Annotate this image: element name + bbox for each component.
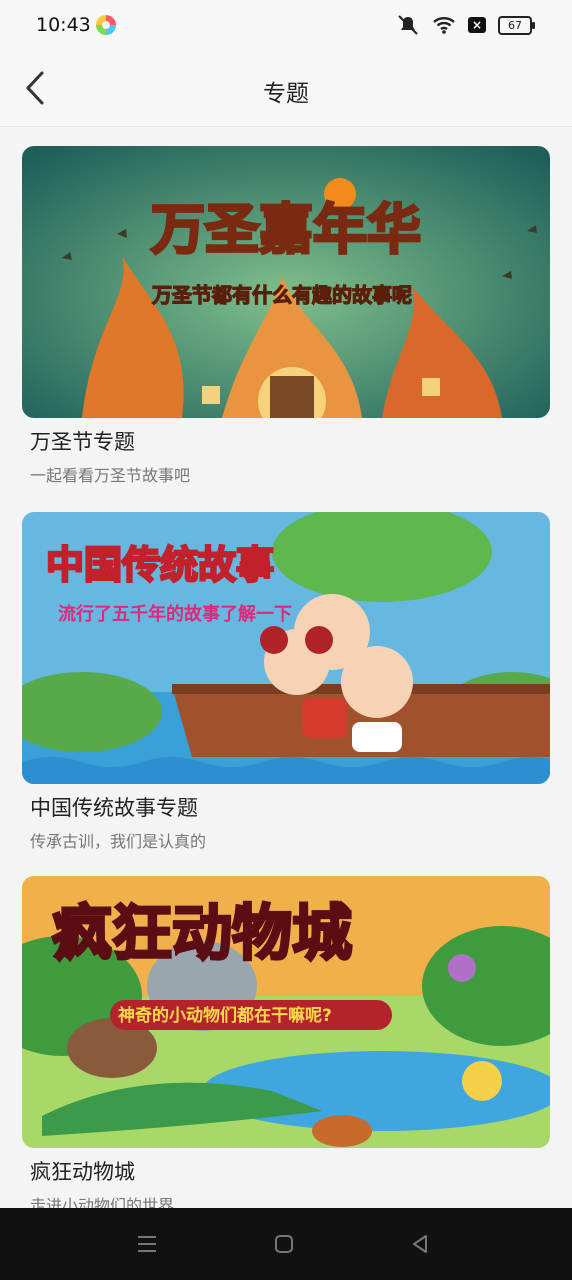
page-title: 专题 <box>263 81 309 107</box>
back-nav-icon[interactable] <box>410 1234 430 1254</box>
zootopia-banner-image: 疯狂动物城 神奇的小动物们都在干嘛呢? <box>22 876 550 1148</box>
topic-card-zootopia[interactable]: 疯狂动物城 神奇的小动物们都在干嘛呢? 疯狂动物城 走进小动物们的世界 <box>22 876 550 1216</box>
banner-subtitle: 神奇的小动物们都在干嘛呢? <box>118 1005 332 1026</box>
status-bar: 10:43 × 67 <box>0 0 572 52</box>
nav-divider <box>0 126 572 127</box>
topic-card-chinese-stories[interactable]: 中国传统故事 流行了五千年的故事了解一下 中国传统故事专题 传承古训，我们是认真… <box>22 512 550 852</box>
topic-title: 疯狂动物城 <box>30 1160 135 1184</box>
banner-title: 万圣嘉年华 <box>151 198 421 261</box>
chinese-stories-banner-image: 中国传统故事 流行了五千年的故事了解一下 <box>22 512 550 784</box>
wifi-icon <box>433 17 455 34</box>
halloween-banner-image: 万圣嘉年华 万圣节都有什么有趣的故事呢 <box>22 146 550 418</box>
mute-icon <box>398 15 418 35</box>
app-notification-icon <box>96 15 116 35</box>
status-time: 10:43 <box>36 14 91 36</box>
nav-bar: 专题 <box>0 52 572 126</box>
banner-subtitle: 流行了五千年的故事了解一下 <box>58 603 292 625</box>
home-icon[interactable] <box>274 1234 294 1254</box>
system-nav-bar <box>0 1208 572 1280</box>
topic-title: 万圣节专题 <box>30 430 135 454</box>
banner-title: 疯狂动物城 <box>52 899 352 969</box>
battery-icon: 67 <box>498 15 535 35</box>
topic-title: 中国传统故事专题 <box>30 796 198 820</box>
topic-banner[interactable]: 万圣嘉年华 万圣节都有什么有趣的故事呢 <box>22 146 550 418</box>
topic-banner[interactable]: 疯狂动物城 神奇的小动物们都在干嘛呢? <box>22 876 550 1148</box>
banner-subtitle: 万圣节都有什么有趣的故事呢 <box>151 283 412 307</box>
sim-x-icon: × <box>468 17 486 33</box>
recent-apps-icon[interactable] <box>136 1234 158 1254</box>
topic-subtitle: 一起看看万圣节故事吧 <box>30 466 191 485</box>
topic-banner[interactable]: 中国传统故事 流行了五千年的故事了解一下 <box>22 512 550 784</box>
status-icons: × 67 <box>396 14 535 36</box>
topic-card-halloween[interactable]: 万圣嘉年华 万圣节都有什么有趣的故事呢 万圣节专题 一起看看万圣节故事吧 <box>22 146 550 486</box>
topic-subtitle: 传承古训，我们是认真的 <box>30 832 207 851</box>
banner-title: 中国传统故事 <box>46 543 274 587</box>
